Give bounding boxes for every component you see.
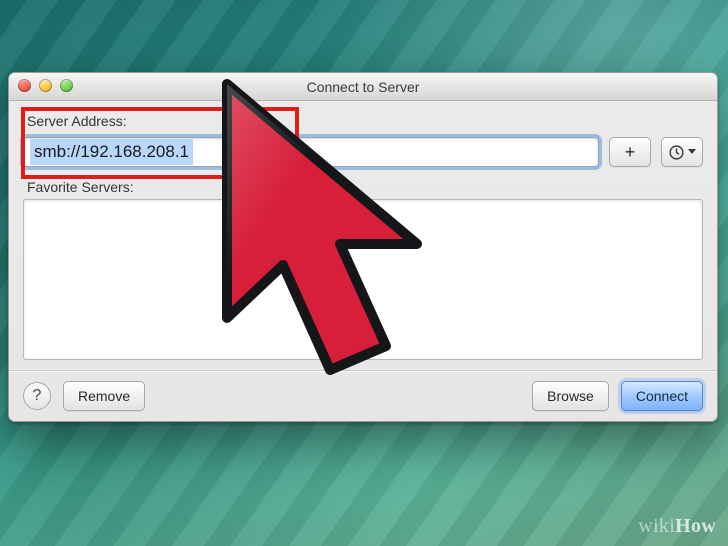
separator [9,370,717,371]
server-address-input[interactable]: smb://192.168.208.1 [23,137,599,167]
connect-button-label: Connect [636,388,688,404]
window-body: Server Address: smb://192.168.208.1 + [9,101,717,421]
watermark-suffix: How [675,515,716,537]
browse-button-label: Browse [547,388,594,404]
add-favorite-button[interactable]: + [609,137,651,167]
history-menu-button[interactable] [661,137,703,167]
remove-button[interactable]: Remove [63,381,145,411]
watermark-prefix: wiki [638,515,675,537]
plus-icon: + [625,143,636,161]
footer: ? Remove Browse Connect [23,381,703,411]
zoom-icon[interactable] [60,79,73,92]
wikihow-watermark: wikiHow [638,515,716,538]
server-address-section: Server Address: smb://192.168.208.1 + [23,109,703,167]
close-icon[interactable] [18,79,31,92]
chevron-down-icon [688,149,696,155]
remove-button-label: Remove [78,388,130,404]
server-address-label: Server Address: [27,113,703,129]
history-icon [668,144,696,161]
favorite-servers-list[interactable] [23,199,703,360]
clock-icon [668,144,685,161]
help-icon: ? [33,387,42,405]
traffic-lights [18,79,73,92]
browse-button[interactable]: Browse [532,381,609,411]
favorite-servers-label: Favorite Servers: [27,179,703,195]
server-address-value: smb://192.168.208.1 [30,139,193,165]
connect-button[interactable]: Connect [621,381,703,411]
connect-to-server-window: Connect to Server Server Address: smb://… [8,72,718,422]
titlebar[interactable]: Connect to Server [9,73,717,101]
minimize-icon[interactable] [39,79,52,92]
help-button[interactable]: ? [23,382,51,410]
server-address-row: smb://192.168.208.1 + [23,137,703,167]
window-title: Connect to Server [307,79,420,95]
